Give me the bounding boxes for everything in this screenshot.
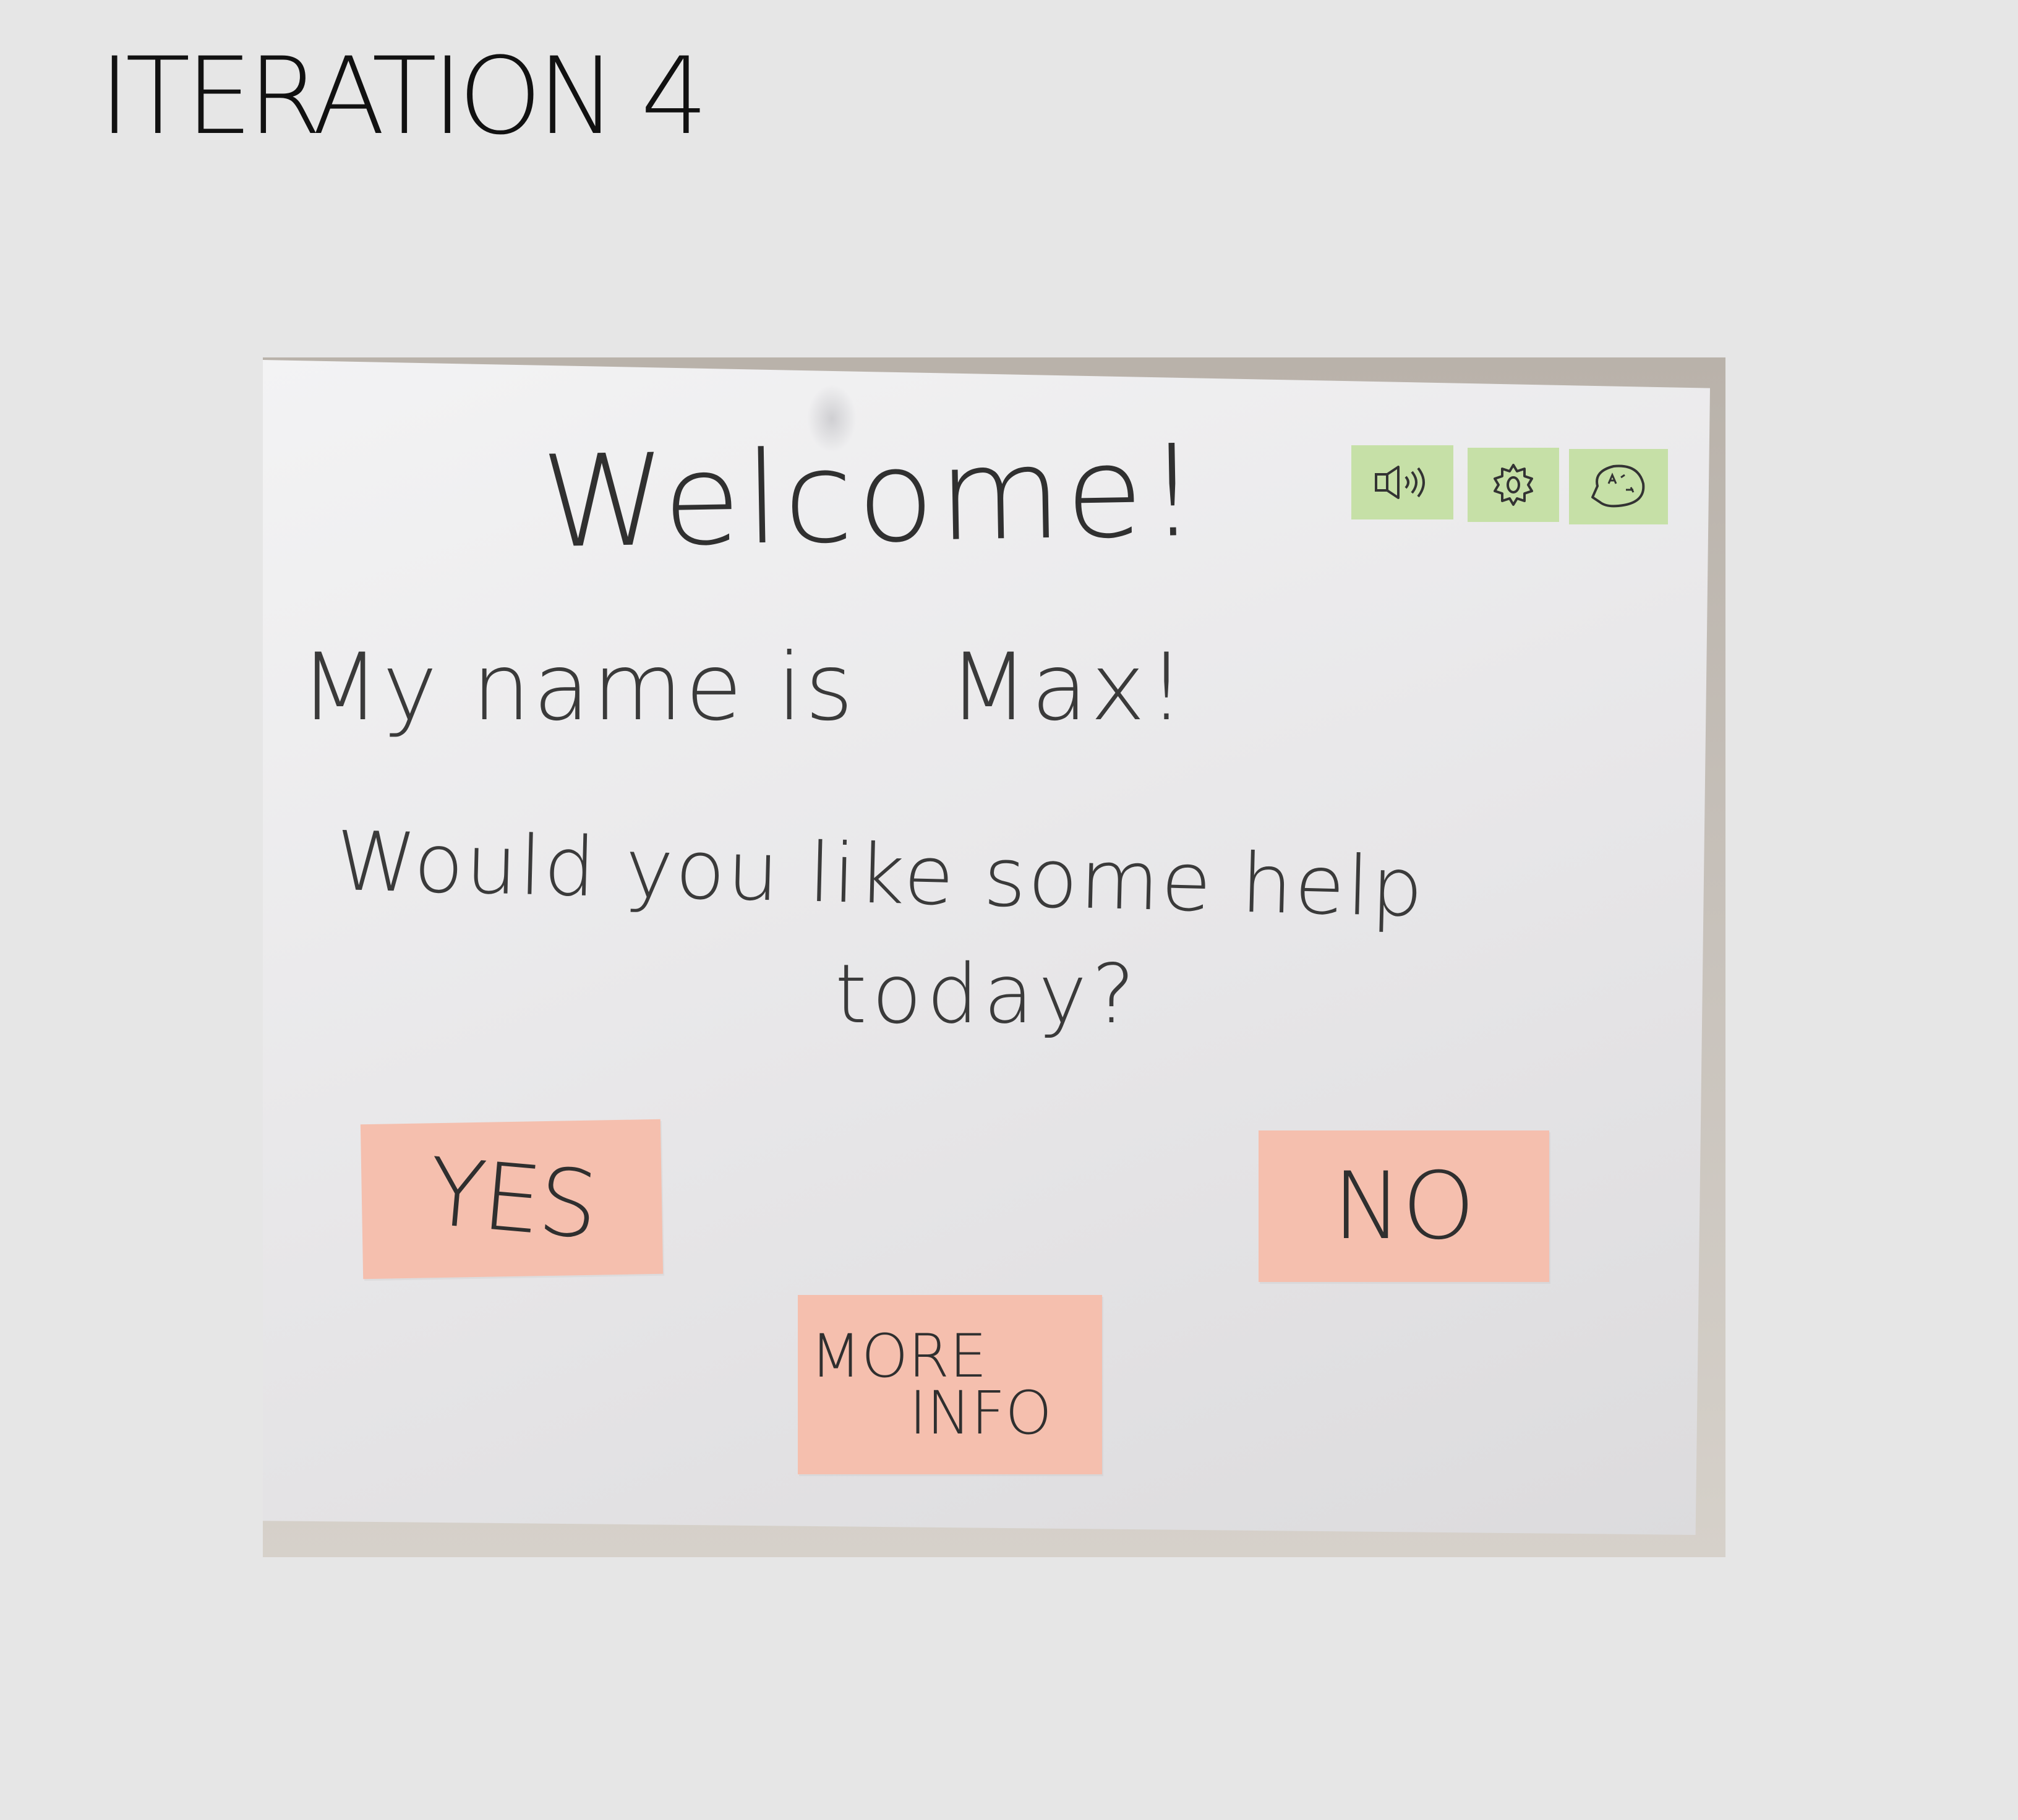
prototype-photo: Welcome! My name is Max! Would you like s… xyxy=(263,357,1725,1557)
intro-text: My name is xyxy=(300,634,856,741)
no-button[interactable]: NO xyxy=(1259,1130,1549,1282)
chat-icon xyxy=(1591,464,1645,508)
intro-line: My name is Max! xyxy=(300,641,1187,734)
paper-screen: Welcome! My name is Max! Would you like s… xyxy=(263,360,1710,1535)
more-info-label-line2: INFO xyxy=(909,1378,1052,1448)
question-line-1: Would you like some help xyxy=(335,814,1426,936)
yes-label: YES xyxy=(424,1138,600,1260)
question-line-2: today? xyxy=(835,947,1140,1042)
sound-button[interactable] xyxy=(1351,445,1453,519)
chat-button[interactable] xyxy=(1569,449,1668,524)
more-info-button[interactable]: MORE INFO xyxy=(798,1295,1102,1474)
welcome-heading: Welcome! xyxy=(539,417,1203,577)
no-label: NO xyxy=(1332,1152,1476,1260)
gear-icon xyxy=(1494,464,1533,506)
assistant-name: Max! xyxy=(948,634,1188,741)
speaker-icon xyxy=(1374,466,1425,499)
yes-button[interactable]: YES xyxy=(360,1119,664,1280)
settings-button[interactable] xyxy=(1468,448,1559,522)
page-title: ITERATION 4 xyxy=(99,34,708,158)
more-info-label-line1: MORE xyxy=(810,1322,987,1391)
